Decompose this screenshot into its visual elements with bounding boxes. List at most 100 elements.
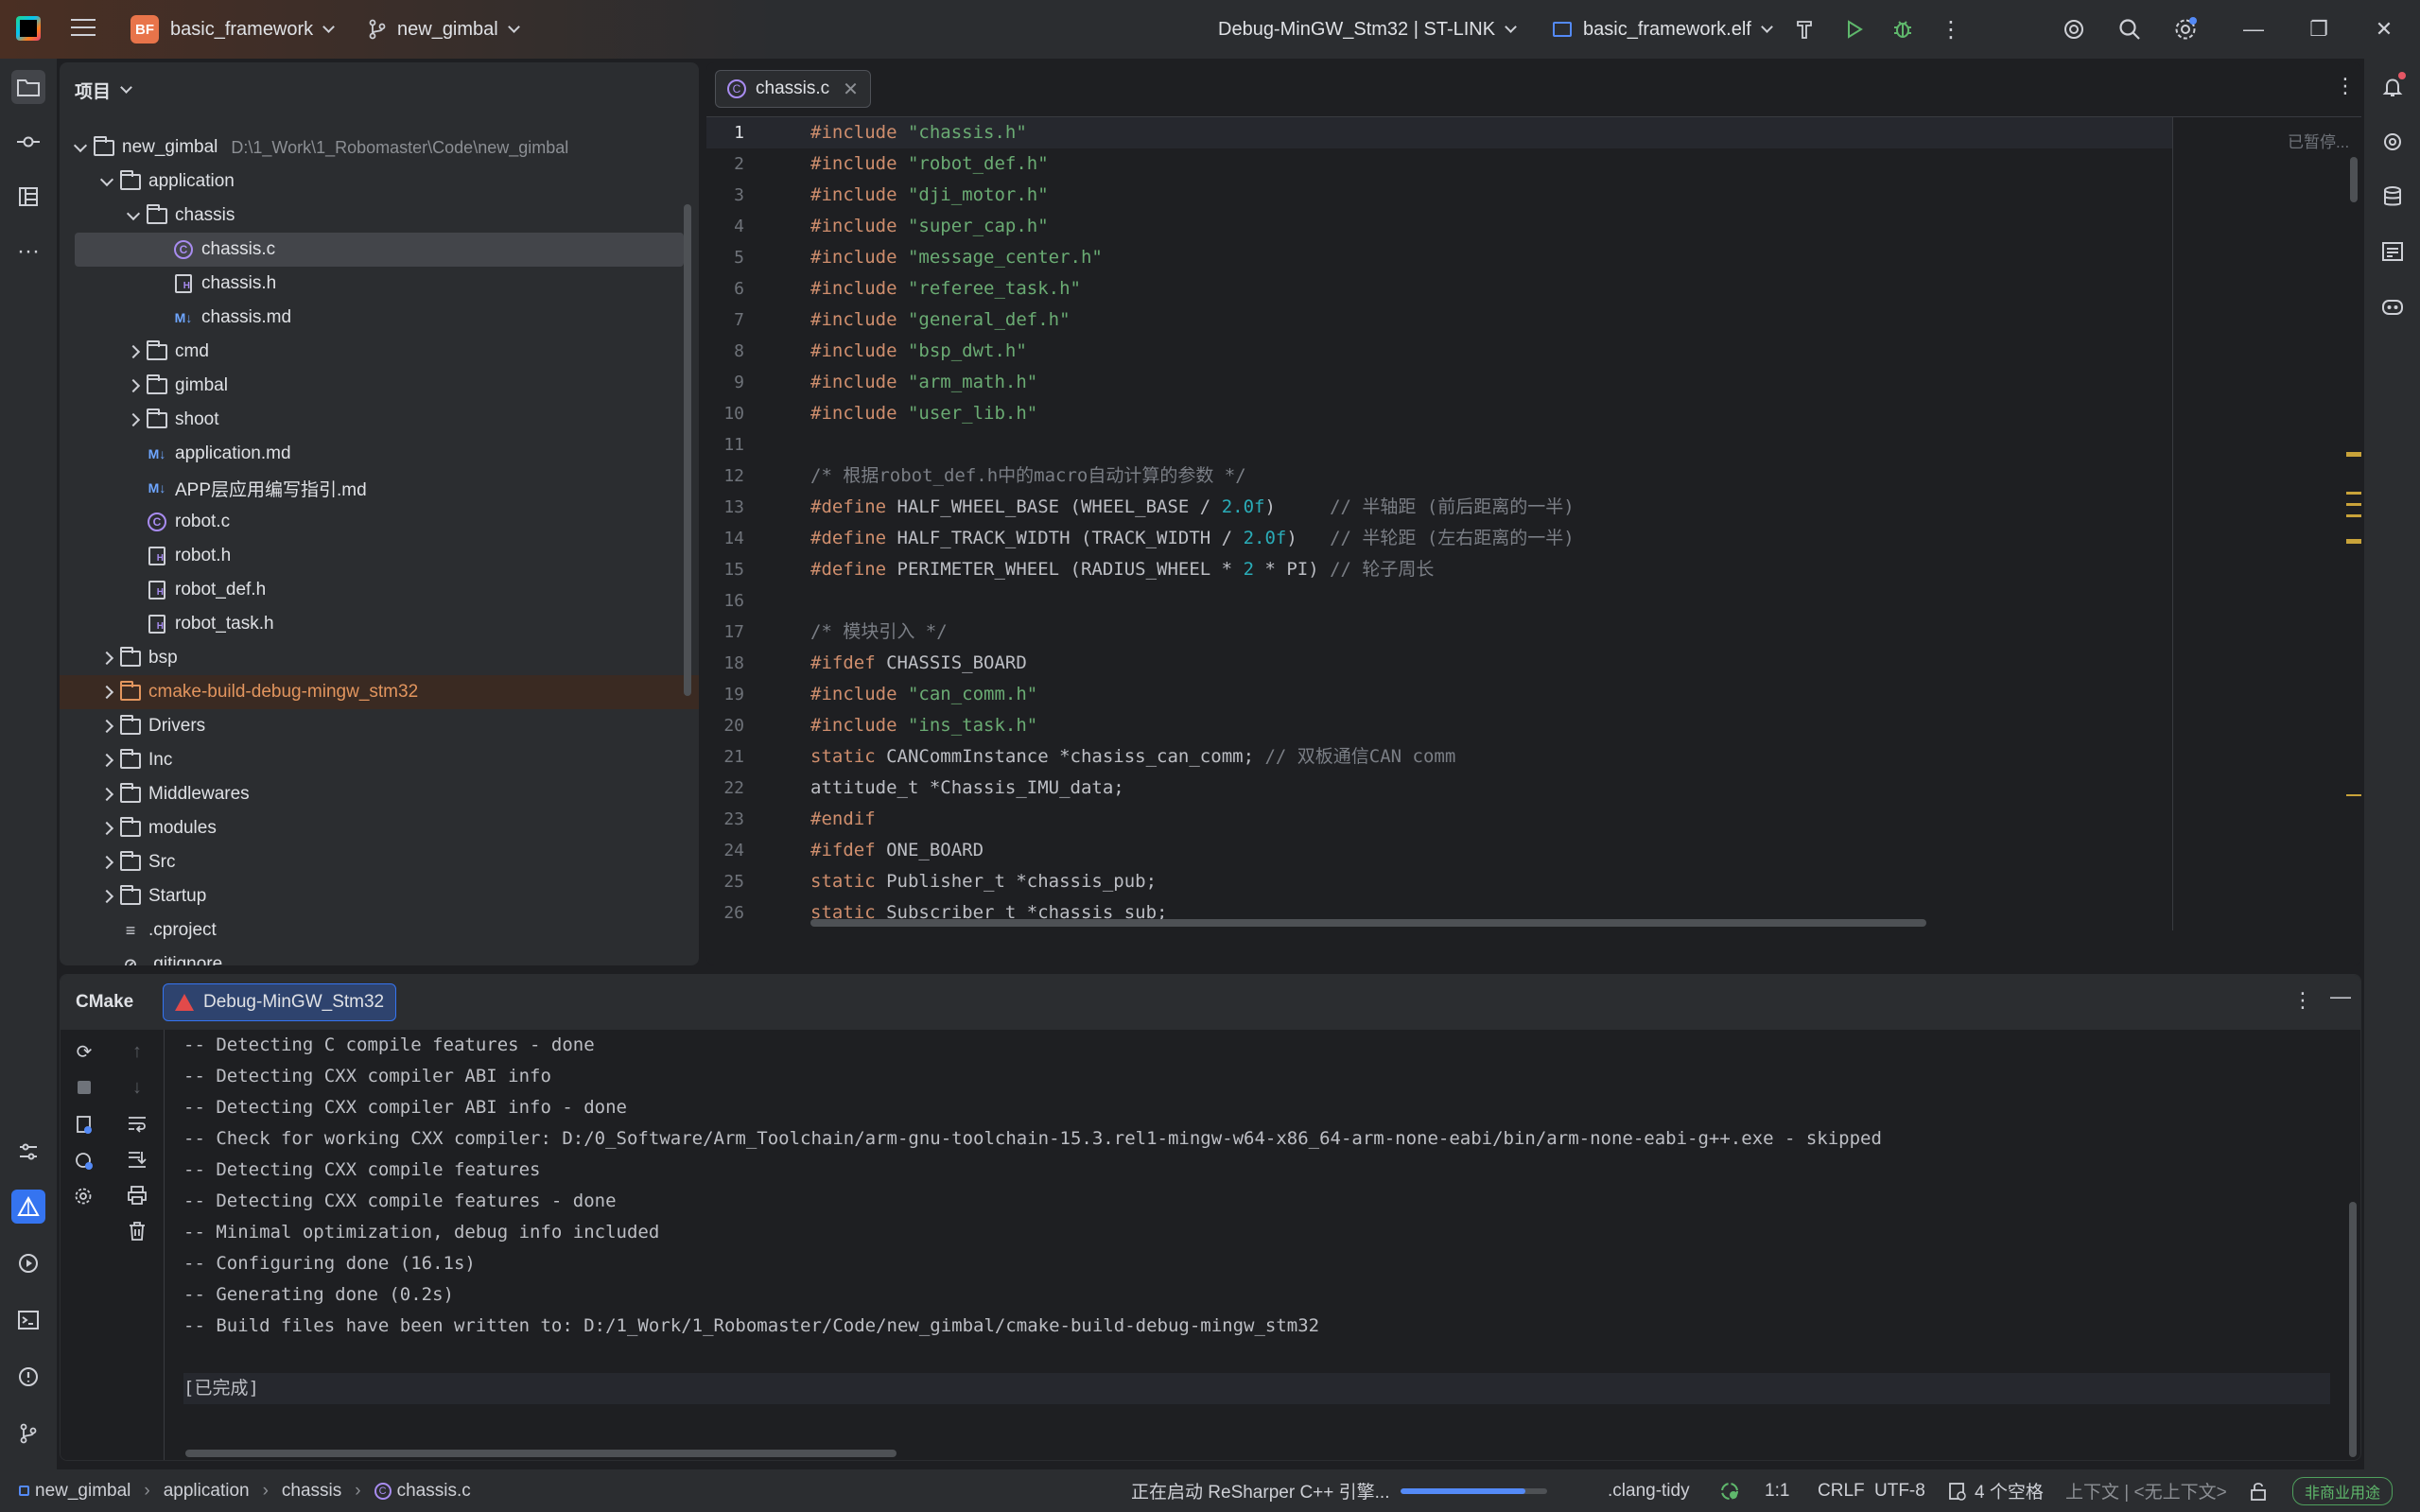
services-icon[interactable] <box>11 1135 45 1169</box>
warning-marker[interactable] <box>2346 452 2361 457</box>
console-horizontal-scrollbar[interactable] <box>185 1450 897 1457</box>
chevron-right-icon[interactable] <box>99 685 114 700</box>
clang-tidy-widget[interactable]: .clang-tidy <box>1608 1469 1690 1512</box>
maximize-window-icon[interactable]: ❐ <box>2305 15 2333 43</box>
tree-item[interactable]: cmake-build-debug-mingw_stm32 <box>60 675 699 709</box>
tree-item[interactable]: Cchassis.c <box>75 233 684 267</box>
project-switcher[interactable]: BF basic_framework <box>131 0 336 59</box>
run-config-selector[interactable]: Debug-MinGW_Stm32 | ST-LINK <box>1218 0 1517 59</box>
chevron-right-icon[interactable] <box>99 651 114 666</box>
code-area[interactable]: #include "chassis.h" #include "robot_def.… <box>810 117 1945 929</box>
breadcrumb-item[interactable]: chassis <box>282 1481 341 1502</box>
editor-horizontal-scrollbar[interactable] <box>810 919 1926 927</box>
tree-item[interactable]: chassis <box>60 199 699 233</box>
panel-options-icon[interactable]: ⋮ <box>2292 988 2313 1013</box>
code-line[interactable]: #ifdef CHASSIS_BOARD <box>810 648 1945 679</box>
cmake-icon[interactable] <box>11 1190 45 1224</box>
cmake-settings-icon[interactable] <box>70 1111 98 1139</box>
tree-item[interactable]: Hchassis.h <box>60 267 699 301</box>
print-icon[interactable] <box>123 1181 151 1209</box>
code-line[interactable]: #include "arm_math.h" <box>810 367 1945 398</box>
ai-assistant-icon[interactable] <box>2060 15 2088 43</box>
breadcrumb-item[interactable]: chassis.c <box>397 1481 471 1502</box>
code-line[interactable]: static Publisher_t *chassis_pub; <box>810 866 1945 897</box>
tree-item[interactable]: bsp <box>60 641 699 675</box>
code-line[interactable]: #include "message_center.h" <box>810 242 1945 273</box>
editor-vertical-scrollbar[interactable] <box>2350 157 2358 202</box>
problems-icon[interactable] <box>11 1360 45 1394</box>
code-line[interactable]: #include "robot_def.h" <box>810 148 1945 180</box>
reload-icon[interactable]: ⟳ <box>70 1037 98 1066</box>
chevron-right-icon[interactable] <box>99 787 114 802</box>
code-line[interactable]: #include "referee_task.h" <box>810 273 1945 304</box>
main-menu-icon[interactable] <box>71 19 96 38</box>
tree-item[interactable]: Startup <box>60 879 699 913</box>
background-task[interactable]: 正在启动 ReSharper C++ 引擎... <box>1131 1469 1548 1512</box>
warning-marker[interactable] <box>2346 492 2361 495</box>
code-line[interactable]: #define HALF_WHEEL_BASE (WHEEL_BASE / 2.… <box>810 492 1945 523</box>
cmake-cache-icon[interactable] <box>70 1147 98 1175</box>
lock-icon[interactable] <box>2249 1469 2268 1512</box>
tree-item[interactable]: Hrobot.h <box>60 539 699 573</box>
warning-marker[interactable] <box>2346 794 2361 796</box>
code-line[interactable]: #define PERIMETER_WHEEL (RADIUS_WHEEL * … <box>810 554 1945 585</box>
chevron-down-icon[interactable] <box>73 140 88 155</box>
git-icon[interactable] <box>11 1416 45 1451</box>
code-line[interactable]: #include "ins_task.h" <box>810 710 1945 741</box>
debug-bug-icon[interactable] <box>1889 15 1917 43</box>
code-line[interactable]: #include "general_def.h" <box>810 304 1945 336</box>
tree-scrollbar[interactable] <box>684 204 691 696</box>
target-selector[interactable]: basic_framework.elf <box>1553 0 1773 59</box>
tree-item[interactable]: Middlewares <box>60 777 699 811</box>
tab-debug-mingw-stm32[interactable]: Debug-MinGW_Stm32 <box>163 983 397 1021</box>
editor-more-icon[interactable]: ⋮ <box>2335 74 2356 98</box>
database-icon[interactable] <box>2376 180 2410 214</box>
tree-item[interactable]: cmd <box>60 335 699 369</box>
tree-item[interactable]: shoot <box>60 403 699 437</box>
indent-settings[interactable]: 4 个空格 <box>1948 1469 2044 1512</box>
run-icon[interactable] <box>1840 15 1869 43</box>
tree-item[interactable]: Inc <box>60 743 699 777</box>
warning-marker[interactable] <box>2346 514 2361 517</box>
warning-marker[interactable] <box>2346 503 2361 506</box>
scroll-up-icon[interactable]: ↑ <box>123 1037 151 1066</box>
code-line[interactable]: #include "dji_motor.h" <box>810 180 1945 211</box>
ai-chat-icon[interactable] <box>2376 125 2410 159</box>
tree-item[interactable]: M↓ application.md <box>60 437 699 471</box>
tab-chassis-c[interactable]: C chassis.c ✕ <box>715 70 871 108</box>
chevron-right-icon[interactable] <box>99 821 114 836</box>
tree-item[interactable]: ≡ .cproject <box>60 913 699 947</box>
code-line[interactable] <box>810 429 1945 461</box>
tree-item[interactable]: ⊘ .gitignore <box>60 947 699 965</box>
tree-item[interactable]: Src <box>60 845 699 879</box>
chevron-right-icon[interactable] <box>99 719 114 734</box>
license-badge[interactable]: 非商业用途 <box>2292 1469 2394 1512</box>
chevron-right-icon[interactable] <box>99 753 114 768</box>
copilot-icon[interactable] <box>2376 289 2410 323</box>
commit-icon[interactable] <box>11 125 45 159</box>
cmake-console-output[interactable]: -- Detecting C compile features - done --… <box>183 1030 2330 1404</box>
chevron-right-icon[interactable] <box>126 378 141 393</box>
context-selector[interactable]: 上下文 | <无上下文> <box>2065 1469 2227 1512</box>
caret-position[interactable]: 1:1 <box>1765 1469 1789 1512</box>
chevron-right-icon[interactable] <box>126 344 141 359</box>
tree-item[interactable]: Crobot.c <box>60 505 699 539</box>
clion-logo-icon[interactable] <box>16 16 41 41</box>
minimize-window-icon[interactable]: — <box>2239 15 2268 43</box>
code-line[interactable]: /* 模块引入 */ <box>810 617 1945 648</box>
scroll-to-end-icon[interactable] <box>123 1145 151 1173</box>
tree-item[interactable]: gimbal <box>60 369 699 403</box>
chevron-down-icon[interactable] <box>126 208 141 223</box>
code-style-icon[interactable] <box>1719 1469 1740 1512</box>
close-tab-icon[interactable]: ✕ <box>843 78 859 101</box>
tree-item[interactable]: Hrobot_task.h <box>60 607 699 641</box>
code-line[interactable]: #include "user_lib.h" <box>810 398 1945 429</box>
code-line[interactable]: #include "chassis.h" <box>810 117 1945 148</box>
breadcrumb-item[interactable]: application <box>164 1481 250 1502</box>
console-vertical-scrollbar[interactable] <box>2349 1202 2357 1457</box>
more-actions-icon[interactable]: ⋮ <box>1937 15 1965 43</box>
code-line[interactable] <box>810 585 1945 617</box>
gear-icon[interactable] <box>70 1183 98 1211</box>
code-line[interactable]: #include "can_comm.h" <box>810 679 1945 710</box>
code-line[interactable]: static CANCommInstance *chasiss_can_comm… <box>810 741 1945 773</box>
